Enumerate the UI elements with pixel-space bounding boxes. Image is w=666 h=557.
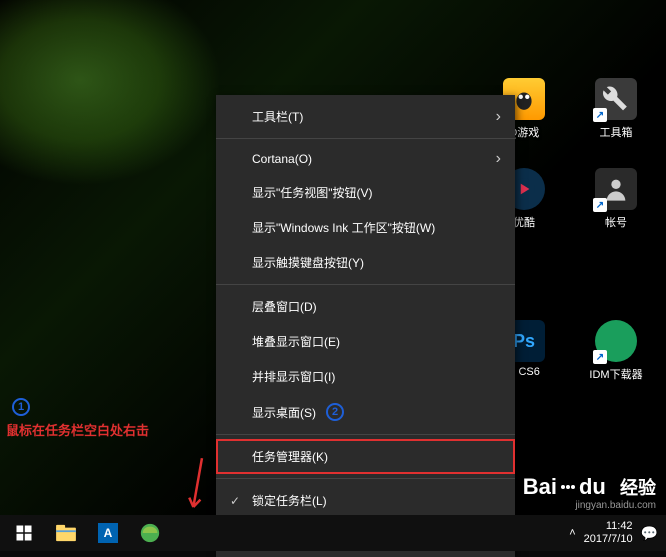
tray-time: 11:42 <box>584 520 633 533</box>
watermark-text: du <box>579 474 606 500</box>
menu-show-ink[interactable]: 显示"Windows Ink 工作区"按钮(W) <box>216 210 515 245</box>
menu-separator <box>216 434 515 435</box>
menu-show-touch-keyboard[interactable]: 显示触摸键盘按钮(Y) <box>216 245 515 280</box>
menu-label: 锁定任务栏(L) <box>252 492 327 509</box>
menu-label: 显示"Windows Ink 工作区"按钮(W) <box>252 219 435 236</box>
desktop-icon-toolbox[interactable]: ↗ 工具箱 <box>584 78 648 140</box>
watermark-text: 经验 <box>620 474 656 500</box>
menu-label: 显示触摸键盘按钮(Y) <box>252 254 364 271</box>
checkmark-icon: ✓ <box>230 494 252 508</box>
menu-separator <box>216 284 515 285</box>
icon-label: IDM下载器 <box>589 366 642 382</box>
desktop-icon-account[interactable]: ↗ 帐号 <box>584 168 648 230</box>
menu-lock-taskbar[interactable]: ✓锁定任务栏(L) <box>216 483 515 518</box>
annotation-marker-1: 1 <box>12 398 30 416</box>
menu-sidebyside-windows[interactable]: 并排显示窗口(I) <box>216 359 515 394</box>
taskbar-app-explorer[interactable] <box>46 517 86 549</box>
paw-icon <box>561 485 575 489</box>
menu-stack-windows[interactable]: 堆叠显示窗口(E) <box>216 324 515 359</box>
annotation-instruction: 鼠标在任务栏空白处右击 <box>6 420 149 439</box>
watermark: Baidu 经验 jingyan.baidu.com <box>523 474 656 511</box>
menu-separator <box>216 138 515 139</box>
system-tray[interactable]: ˄ 11:42 2017/7/10 💬 <box>569 515 658 551</box>
menu-label: 任务管理器(K) <box>252 448 328 465</box>
menu-cascade-windows[interactable]: 层叠窗口(D) <box>216 289 515 324</box>
menu-show-desktop[interactable]: 显示桌面(S) 2 <box>216 394 515 430</box>
watermark-text: Bai <box>523 474 557 500</box>
start-button[interactable] <box>4 517 44 549</box>
menu-task-manager[interactable]: 任务管理器(K) <box>216 439 515 474</box>
taskbar-app-browser[interactable] <box>130 517 170 549</box>
notification-icon[interactable]: 💬 <box>641 525 658 542</box>
icon-label: 帐号 <box>605 214 627 230</box>
icon-label: 工具箱 <box>600 124 633 140</box>
tray-date: 2017/7/10 <box>584 533 633 546</box>
menu-label: 工具栏(T) <box>252 108 303 125</box>
taskbar-context-menu: 工具栏(T) Cortana(O) 显示"任务视图"按钮(V) 显示"Windo… <box>216 95 515 557</box>
menu-label: 显示桌面(S) <box>252 404 316 421</box>
taskbar[interactable]: A ˄ 11:42 2017/7/10 💬 <box>0 515 666 551</box>
icon-label: 优酷 <box>513 214 535 230</box>
desktop-icon-idm[interactable]: ↗ IDM下载器 <box>584 320 648 382</box>
taskbar-app-ime[interactable]: A <box>88 517 128 549</box>
menu-label: Cortana(O) <box>252 152 312 166</box>
menu-show-taskview[interactable]: 显示"任务视图"按钮(V) <box>216 175 515 210</box>
menu-label: 并排显示窗口(I) <box>252 368 335 385</box>
menu-label: 显示"任务视图"按钮(V) <box>252 184 373 201</box>
annotation-marker-2: 2 <box>326 403 344 421</box>
menu-label: 堆叠显示窗口(E) <box>252 333 340 350</box>
desktop-icons-area: ↗ Q游戏 ↗ 工具箱 ↗ 优酷 ↗ 帐号 Ps↗ S CS6 ↗ IDM下载器 <box>492 78 648 382</box>
tray-up-icon[interactable]: ˄ <box>569 527 575 539</box>
watermark-url: jingyan.baidu.com <box>523 500 656 511</box>
menu-separator <box>216 478 515 479</box>
menu-toolbars[interactable]: 工具栏(T) <box>216 99 515 134</box>
menu-label: 层叠窗口(D) <box>252 298 317 315</box>
menu-cortana[interactable]: Cortana(O) <box>216 143 515 175</box>
